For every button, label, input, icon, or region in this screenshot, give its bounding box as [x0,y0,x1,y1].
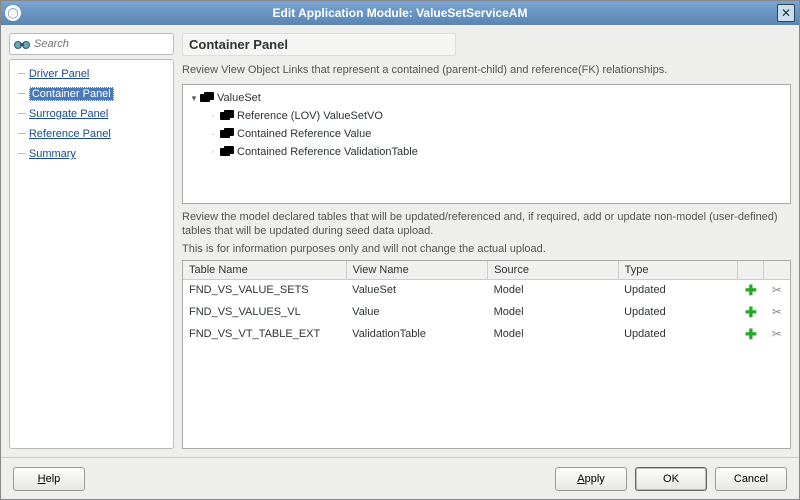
tree-node[interactable]: · Contained Reference ValidationTable [189,143,784,161]
cell-type: Updated [618,323,738,345]
cell-source: Model [488,301,619,323]
close-icon[interactable]: ✕ [777,4,795,22]
cell-view-name: ValidationTable [346,323,487,345]
table-body: FND_VS_VALUE_SETSValueSetModelUpdated✚✂F… [183,279,790,345]
tree-connector: · [207,110,219,122]
sidebar: ─ Driver Panel─ Container Panel─ Surroga… [9,33,174,449]
nav-item-driver-panel[interactable]: ─ Driver Panel [10,64,173,84]
nav-link[interactable]: Surrogate Panel [29,108,109,121]
col-header[interactable] [764,261,790,279]
view-object-icon [219,145,235,159]
add-row-icon[interactable]: ✚ [738,301,764,323]
nav-item-reference-panel[interactable]: ─ Reference Panel [10,124,173,144]
help-label-rest: elp [46,473,61,485]
nav-list: ─ Driver Panel─ Container Panel─ Surroga… [9,59,174,449]
cancel-button[interactable]: Cancel [715,467,787,491]
nav-item-surrogate-panel[interactable]: ─ Surrogate Panel [10,104,173,124]
apply-label-rest: pply [585,473,605,485]
cell-type: Updated [618,279,738,301]
table-description-1: Review the model declared tables that wi… [182,210,791,238]
app-icon: ◯ [5,5,21,21]
cell-source: Model [488,279,619,301]
cell-table-name: FND_VS_VALUE_SETS [183,279,346,301]
add-row-icon[interactable]: ✚ [738,323,764,345]
table-description-2: This is for information purposes only an… [182,242,791,256]
table-header-row: Table NameView NameSourceType [183,261,790,279]
tree-prefix: ─ [18,68,29,80]
table-row[interactable]: FND_VS_VALUES_VLValueModelUpdated✚✂ [183,301,790,323]
tree-node-label: Reference (LOV) ValueSetVO [237,110,383,122]
cell-source: Model [488,323,619,345]
cut-row-icon[interactable]: ✂ [764,323,790,345]
search-box[interactable] [9,33,174,55]
tree-connector: · [207,128,219,140]
tree-node[interactable]: · Contained Reference Value [189,125,784,143]
col-header[interactable]: Source [488,261,619,279]
ok-button[interactable]: OK [635,467,707,491]
window-title: Edit Application Module: ValueSetService… [273,6,528,20]
cell-table-name: FND_VS_VALUES_VL [183,301,346,323]
tree-node-label: ValueSet [217,92,261,104]
search-input[interactable] [34,38,177,50]
tree-prefix: ─ [18,128,29,140]
tree-prefix: ─ [18,108,29,120]
tables-grid[interactable]: Table NameView NameSourceType FND_VS_VAL… [182,260,791,449]
main-panel: Container Panel Review View Object Links… [182,33,791,449]
col-header[interactable]: Table Name [183,261,346,279]
tree-node[interactable]: · Reference (LOV) ValueSetVO [189,107,784,125]
cell-view-name: Value [346,301,487,323]
nav-link[interactable]: Driver Panel [29,68,90,81]
cut-row-icon[interactable]: ✂ [764,301,790,323]
dialog-footer: Help Apply OK Cancel [1,457,799,499]
cell-table-name: FND_VS_VT_TABLE_EXT [183,323,346,345]
nav-item-container-panel[interactable]: ─ Container Panel [10,84,173,104]
panel-description: Review View Object Links that represent … [182,64,791,76]
help-button[interactable]: Help [13,467,85,491]
nav-link[interactable]: Summary [29,148,76,161]
tree-node-label: Contained Reference ValidationTable [237,146,418,158]
nav-item-summary[interactable]: ─ Summary [10,144,173,164]
col-header[interactable] [738,261,764,279]
help-label: H [38,473,46,485]
titlebar[interactable]: ◯ Edit Application Module: ValueSetServi… [1,1,799,25]
cell-view-name: ValueSet [346,279,487,301]
tree-node[interactable]: ▾ ValueSet [189,89,784,107]
view-object-icon [219,109,235,123]
expand-toggle-icon[interactable]: ▾ [189,93,199,104]
nav-link[interactable]: Reference Panel [29,128,111,141]
add-row-icon[interactable]: ✚ [738,279,764,301]
tree-prefix: ─ [18,148,29,160]
view-object-icon [199,91,215,105]
binoculars-icon [14,37,30,51]
view-object-icon [219,127,235,141]
dialog-body: ─ Driver Panel─ Container Panel─ Surroga… [1,25,799,457]
apply-label: A [577,473,584,485]
dialog-window: ◯ Edit Application Module: ValueSetServi… [0,0,800,500]
col-header[interactable]: View Name [346,261,487,279]
table-row[interactable]: FND_VS_VALUE_SETSValueSetModelUpdated✚✂ [183,279,790,301]
col-header[interactable]: Type [618,261,738,279]
table-row[interactable]: FND_VS_VT_TABLE_EXTValidationTableModelU… [183,323,790,345]
tree-prefix: ─ [18,88,29,100]
panel-title: Container Panel [182,33,456,56]
tree-connector: · [207,146,219,158]
cell-type: Updated [618,301,738,323]
tree-node-label: Contained Reference Value [237,128,371,140]
apply-button[interactable]: Apply [555,467,627,491]
tables-table: Table NameView NameSourceType FND_VS_VAL… [183,261,790,346]
cut-row-icon[interactable]: ✂ [764,279,790,301]
view-object-tree[interactable]: ▾ ValueSet · Reference (LOV) ValueSetVO · Con… [182,84,791,204]
nav-link[interactable]: Container Panel [29,87,114,101]
